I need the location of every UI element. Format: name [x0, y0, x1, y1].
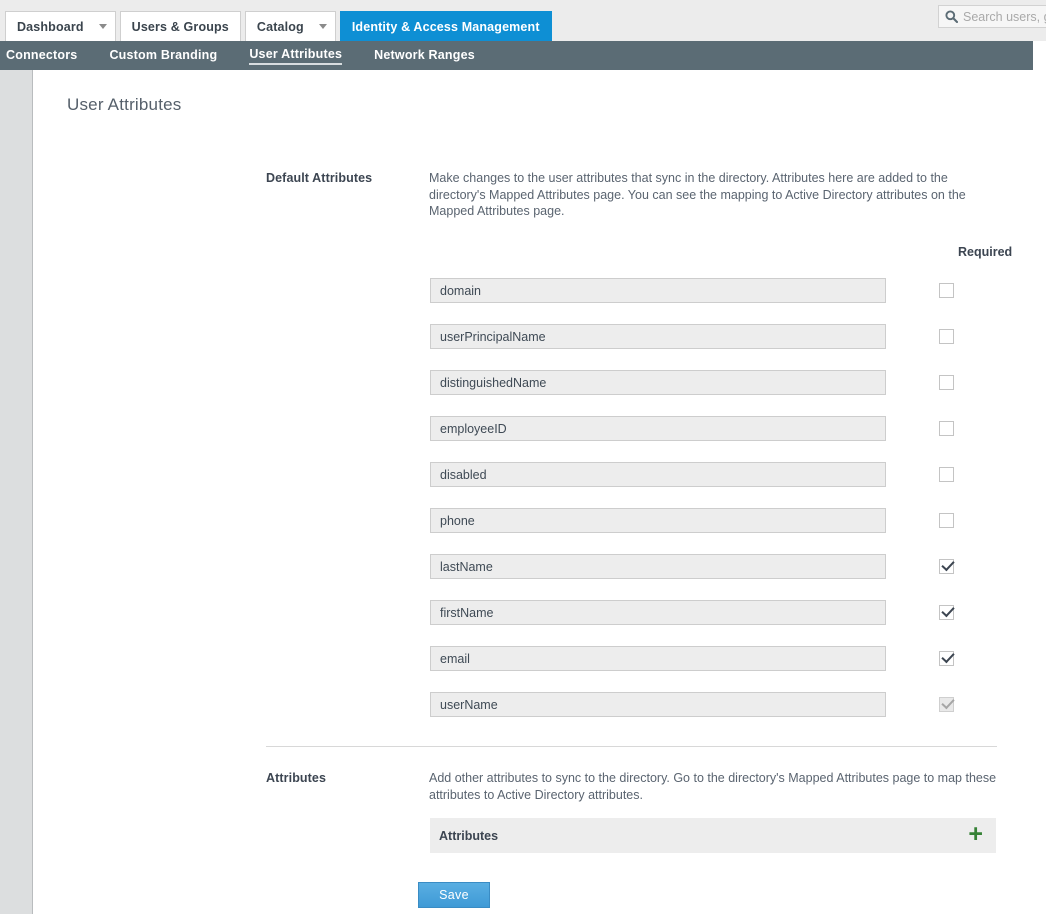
custom-attributes-bar-label: Attributes — [439, 828, 499, 843]
attribute-name-input[interactable] — [430, 324, 886, 349]
required-checkbox[interactable] — [939, 513, 954, 528]
top-navigation-bar: Dashboard Users & Groups Catalog Identity &… — [0, 0, 1046, 41]
attribute-row — [430, 600, 1010, 646]
chevron-down-icon[interactable] — [98, 24, 107, 29]
section-divider — [266, 746, 997, 747]
subnav-item-network-ranges[interactable]: Network Ranges — [374, 48, 475, 64]
attribute-name-input[interactable] — [430, 462, 886, 487]
required-column-header: Required — [958, 245, 1013, 259]
attribute-name-input[interactable] — [430, 554, 886, 579]
required-checkbox — [939, 697, 954, 712]
tab-label: Identity & Access Management — [351, 19, 540, 34]
search-icon — [945, 10, 959, 24]
tab-catalog[interactable]: Catalog — [244, 11, 336, 41]
default-attributes-list — [430, 278, 1010, 738]
tab-users-groups[interactable]: Users & Groups — [119, 11, 241, 41]
attribute-row — [430, 278, 1010, 324]
attribute-name-input[interactable] — [430, 370, 886, 395]
required-checkbox[interactable] — [939, 421, 954, 436]
required-checkbox[interactable] — [939, 375, 954, 390]
attribute-name-input[interactable] — [430, 278, 886, 303]
tab-label: Users & Groups — [131, 19, 229, 34]
subnav-item-connectors[interactable]: Connectors — [6, 48, 77, 64]
attribute-row — [430, 324, 1010, 370]
custom-attributes-label: Attributes — [266, 771, 327, 785]
tab-dashboard[interactable]: Dashboard — [5, 11, 116, 41]
required-checkbox[interactable] — [939, 559, 954, 574]
attribute-name-input[interactable] — [430, 416, 886, 441]
plus-icon[interactable]: + — [968, 822, 983, 847]
attribute-name-input[interactable] — [430, 646, 886, 671]
chevron-down-icon[interactable] — [318, 24, 327, 29]
attribute-name-input[interactable] — [430, 600, 886, 625]
required-checkbox[interactable] — [939, 651, 954, 666]
default-attributes-description: Make changes to the user attributes that… — [429, 171, 966, 218]
subnav-item-custom-branding[interactable]: Custom Branding — [109, 48, 217, 64]
attribute-row — [430, 554, 1010, 600]
attribute-row — [430, 692, 1010, 738]
search-input-placeholder[interactable]: Search users, g — [963, 10, 1046, 24]
global-search-box[interactable]: Search users, g — [938, 5, 1046, 28]
page-title: User Attributes — [67, 95, 182, 114]
application-window: Dashboard Users & Groups Catalog Identity &… — [0, 0, 1046, 914]
required-checkbox[interactable] — [939, 283, 954, 298]
attribute-row — [430, 646, 1010, 692]
attribute-row — [430, 416, 1010, 462]
required-checkbox[interactable] — [939, 329, 954, 344]
attribute-name-input[interactable] — [430, 508, 886, 533]
save-button[interactable]: Save — [418, 882, 490, 908]
custom-attributes-description: Add other attributes to sync to the dire… — [429, 771, 997, 802]
attribute-row — [430, 462, 1010, 508]
tab-label: Dashboard — [17, 19, 84, 34]
custom-attributes-bar: Attributes + — [430, 818, 996, 853]
main-content: User Attributes Default Attributes Make … — [34, 70, 1046, 914]
primary-tab-strip: Dashboard Users & Groups Catalog Identity &… — [5, 11, 556, 41]
default-attributes-label: Default Attributes — [266, 171, 373, 185]
tab-identity-access-management[interactable]: Identity & Access Management — [339, 11, 552, 41]
required-checkbox[interactable] — [939, 605, 954, 620]
attribute-row — [430, 370, 1010, 416]
required-checkbox[interactable] — [939, 467, 954, 482]
subnav-item-user-attributes[interactable]: User Attributes — [249, 47, 343, 65]
tab-label: Catalog — [256, 19, 304, 34]
left-rail — [0, 70, 33, 914]
attribute-row — [430, 508, 1010, 554]
secondary-navigation-bar: Connectors Custom Branding User Attributes… — [0, 41, 1033, 70]
attribute-name-input[interactable] — [430, 692, 886, 717]
